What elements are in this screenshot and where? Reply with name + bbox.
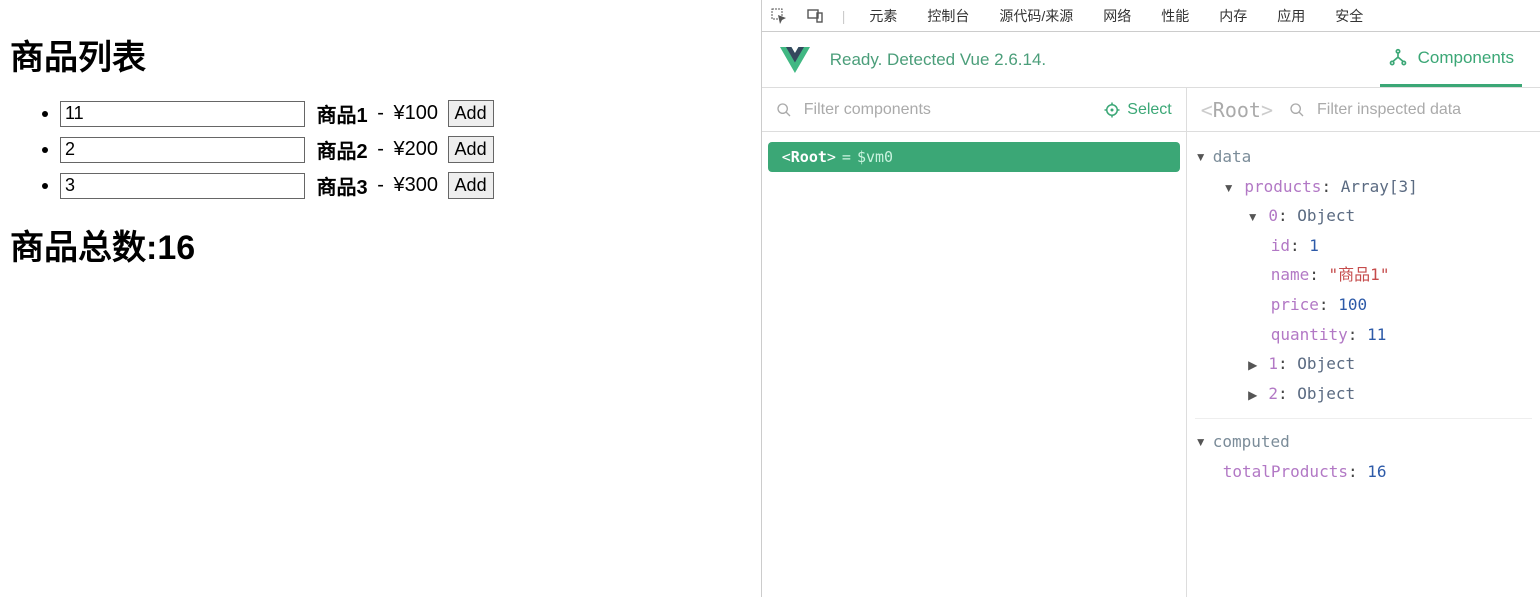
add-button[interactable]: Add [448, 100, 494, 127]
app-pane: 商品列表 商品1 - ¥100 Add 商品2 - ¥200 Add 商品3 -… [0, 0, 762, 597]
vue-tab-components-label: Components [1418, 48, 1514, 68]
component-tree-pane: Select <Root> = $vm0 [762, 88, 1187, 597]
devtools-tabbar: | 元素 控制台 源代码/来源 网络 性能 内存 应用 安全 [762, 0, 1540, 32]
tab-security[interactable]: 安全 [1329, 6, 1369, 26]
data-section-label: data [1213, 142, 1252, 172]
component-filter-row: Select [762, 88, 1186, 132]
products-key: products [1244, 177, 1321, 196]
tab-sources[interactable]: 源代码/来源 [993, 6, 1079, 26]
total-label: 商品总数: [10, 229, 157, 267]
chevron-down-icon [1223, 177, 1235, 199]
product-name: 商品2 [317, 141, 368, 163]
computed-totalProducts: totalProducts: 16 [1195, 457, 1532, 487]
array-item-2[interactable]: 2: Object [1195, 379, 1532, 409]
product-list: 商品1 - ¥100 Add 商品2 - ¥200 Add 商品3 - ¥300… [10, 99, 751, 200]
state-filter-row: <Root> [1187, 88, 1540, 132]
prop-quantity: quantity: 11 [1195, 320, 1532, 350]
tab-application[interactable]: 应用 [1271, 6, 1311, 26]
product-item: 商品3 - ¥300 Add [60, 171, 751, 200]
state-filter-input[interactable] [1315, 100, 1526, 120]
product-name: 商品1 [317, 105, 368, 127]
tab-network[interactable]: 网络 [1097, 6, 1137, 26]
products-type: Array[3] [1341, 177, 1418, 196]
tree-item-tag: <Root> [782, 148, 836, 166]
device-toolbar-icon[interactable] [806, 7, 824, 25]
prop-name: name: "商品1" [1195, 260, 1532, 290]
vue-main: Select <Root> = $vm0 <Root> [762, 88, 1540, 597]
product-name: 商品3 [317, 177, 368, 199]
tab-separator: | [842, 8, 846, 24]
chevron-down-icon [1195, 431, 1207, 453]
prop-price: price: 100 [1195, 290, 1532, 320]
chevron-right-icon [1247, 354, 1259, 376]
state-inspector-pane: <Root> data products: Array[3] [1187, 88, 1540, 597]
product-price: ¥200 [393, 138, 438, 160]
quantity-input[interactable] [60, 137, 305, 163]
chevron-down-icon [1247, 206, 1259, 228]
tree-item-vm: $vm0 [857, 148, 893, 166]
product-item: 商品2 - ¥200 Add [60, 135, 751, 164]
tab-elements[interactable]: 元素 [863, 6, 903, 26]
chevron-right-icon [1247, 384, 1259, 406]
product-item: 商品1 - ¥100 Add [60, 99, 751, 128]
select-label: Select [1127, 101, 1171, 119]
add-button[interactable]: Add [448, 172, 494, 199]
product-price: ¥300 [393, 174, 438, 196]
components-icon [1388, 48, 1408, 68]
data-section: data products: Array[3] 0: Object id: [1195, 142, 1532, 408]
prop-id: id: 1 [1195, 231, 1532, 261]
search-icon [776, 102, 792, 118]
vue-devtools-bar: Ready. Detected Vue 2.6.14. Components [762, 32, 1540, 88]
product-price: ¥100 [393, 102, 438, 124]
tree-item-root[interactable]: <Root> = $vm0 [768, 142, 1180, 172]
tree-item-eq: = [842, 148, 851, 166]
page-title: 商品列表 [10, 30, 751, 79]
target-icon [1103, 101, 1121, 119]
array-item-0[interactable]: 0: Object [1195, 201, 1532, 231]
inspect-element-icon[interactable] [770, 7, 788, 25]
computed-section-label: computed [1213, 427, 1290, 457]
chevron-down-icon [1195, 146, 1207, 168]
select-component-button[interactable]: Select [1103, 101, 1171, 119]
computed-section: computed totalProducts: 16 [1195, 418, 1532, 486]
search-icon [1289, 102, 1305, 118]
quantity-input[interactable] [60, 173, 305, 199]
total-value: 16 [157, 229, 195, 267]
products-row[interactable]: products: Array[3] [1195, 172, 1532, 202]
vue-logo-icon [780, 47, 810, 73]
array-item-1[interactable]: 1: Object [1195, 349, 1532, 379]
devtools-pane: | 元素 控制台 源代码/来源 网络 性能 内存 应用 安全 Ready. De… [762, 0, 1540, 597]
add-button[interactable]: Add [448, 136, 494, 163]
tab-memory[interactable]: 内存 [1213, 6, 1253, 26]
tab-performance[interactable]: 性能 [1155, 6, 1195, 26]
vue-status-text: Ready. Detected Vue 2.6.14. [830, 50, 1380, 70]
dash: - [377, 102, 384, 124]
data-section-header[interactable]: data [1195, 142, 1532, 172]
computed-section-header[interactable]: computed [1195, 427, 1532, 457]
quantity-input[interactable] [60, 101, 305, 127]
inspected-root-badge: <Root> [1201, 98, 1279, 122]
dash: - [377, 174, 384, 196]
total-heading: 商品总数:16 [10, 220, 751, 269]
dash: - [377, 138, 384, 160]
tab-console[interactable]: 控制台 [921, 6, 975, 26]
vue-tab-components[interactable]: Components [1380, 32, 1522, 87]
component-tree: <Root> = $vm0 [762, 132, 1186, 182]
state-body: data products: Array[3] 0: Object id: [1187, 132, 1540, 507]
component-filter-input[interactable] [802, 100, 1094, 120]
